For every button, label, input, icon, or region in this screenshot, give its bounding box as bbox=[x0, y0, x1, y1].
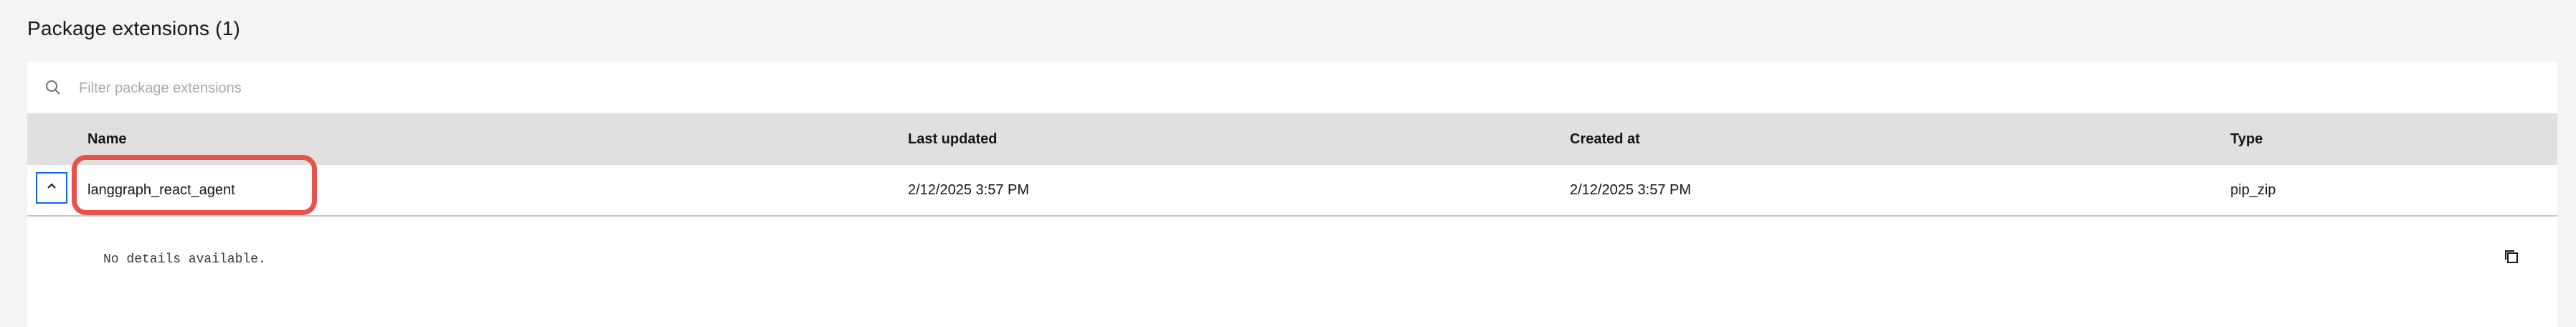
table-header: Name Last updated Created at Type bbox=[27, 113, 2557, 165]
copy-icon bbox=[2502, 247, 2521, 270]
column-header-last-updated[interactable]: Last updated bbox=[908, 113, 997, 165]
package-extensions-table: Name Last updated Created at Type langgr… bbox=[27, 62, 2557, 327]
search-input[interactable] bbox=[77, 72, 2519, 105]
row-details-text: No details available. bbox=[103, 252, 266, 267]
row-collapse-button[interactable] bbox=[36, 172, 67, 204]
row-name[interactable]: langgraph_react_agent bbox=[87, 165, 235, 215]
column-header-created-at[interactable]: Created at bbox=[1570, 113, 1640, 165]
column-header-type[interactable]: Type bbox=[2230, 113, 2263, 165]
search-icon bbox=[43, 77, 63, 98]
row-last-updated: 2/12/2025 3:57 PM bbox=[908, 182, 1030, 198]
chevron-up-icon bbox=[45, 180, 58, 196]
copy-button[interactable] bbox=[2500, 247, 2523, 270]
table-row[interactable]: langgraph_react_agent 2/12/2025 3:57 PM … bbox=[27, 155, 2557, 217]
column-header-name[interactable]: Name bbox=[87, 113, 126, 165]
row-created-at: 2/12/2025 3:57 PM bbox=[1570, 182, 1692, 198]
page-title: Package extensions (1) bbox=[27, 17, 241, 39]
row-type: pip_zip bbox=[2230, 182, 2276, 198]
search-bar bbox=[27, 62, 2557, 113]
